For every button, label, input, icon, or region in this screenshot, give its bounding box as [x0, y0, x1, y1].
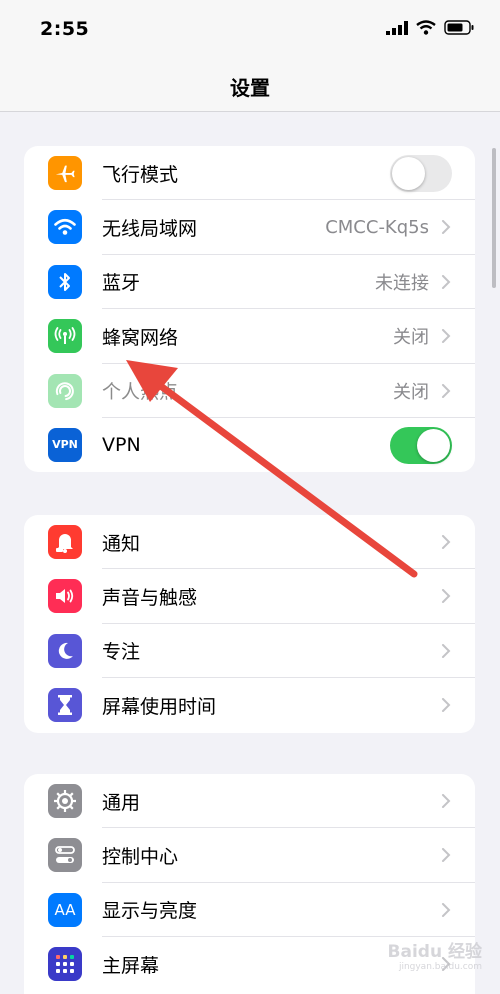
- row-vpn[interactable]: VPN VPN: [24, 418, 475, 472]
- cellular-signal-icon: [386, 20, 408, 35]
- vpn-toggle[interactable]: [390, 426, 452, 464]
- chevron-right-icon: [442, 383, 451, 398]
- wifi-icon: [48, 210, 82, 245]
- row-airplane-mode[interactable]: 飞行模式: [24, 146, 475, 201]
- row-label: 专注: [102, 641, 141, 664]
- status-bar: 2:55: [0, 0, 500, 58]
- display-icon-text: AA: [54, 900, 76, 919]
- row-focus[interactable]: 专注: [24, 624, 475, 679]
- moon-icon: [48, 633, 82, 668]
- wifi-network-name: CMCC-Kq5s: [325, 217, 429, 239]
- row-personal-hotspot[interactable]: 个人热点 关闭: [24, 364, 475, 418]
- row-control-center[interactable]: 控制中心: [24, 828, 475, 883]
- wifi-signal-icon: [416, 20, 436, 35]
- airplane-mode-toggle[interactable]: [390, 155, 452, 192]
- row-label: 声音与触感: [102, 587, 198, 610]
- chevron-right-icon: [442, 848, 451, 863]
- cellular-icon: [48, 319, 82, 354]
- row-label: 通知: [102, 532, 141, 555]
- row-screen-time[interactable]: 屏幕使用时间: [24, 678, 475, 732]
- row-wifi[interactable]: 无线局域网 CMCC-Kq5s: [24, 200, 475, 255]
- row-general[interactable]: 通用: [24, 774, 475, 829]
- settings-group-attention: 通知 声音与触感 专注 屏幕使用时间: [24, 515, 475, 733]
- chevron-right-icon: [442, 643, 451, 658]
- row-display-brightness[interactable]: AA 显示与亮度: [24, 883, 475, 938]
- vpn-icon: VPN: [48, 427, 82, 462]
- baidu-watermark: Baidu 经验 jingyan.baidu.com: [388, 937, 482, 972]
- home-screen-icon: [48, 947, 82, 982]
- nav-bar: 设置: [0, 58, 500, 112]
- scroll-indicator[interactable]: [492, 148, 496, 288]
- chevron-right-icon: [442, 589, 451, 604]
- watermark-sub: jingyan.baidu.com: [398, 962, 482, 972]
- row-bluetooth[interactable]: 蓝牙 未连接: [24, 255, 475, 310]
- row-label: 主屏幕: [102, 954, 160, 977]
- display-brightness-icon: AA: [48, 892, 82, 927]
- cellular-status: 关闭: [393, 327, 429, 349]
- chevron-right-icon: [442, 274, 451, 289]
- row-label: 显示与亮度: [102, 900, 198, 923]
- status-time: 2:55: [40, 18, 90, 40]
- status-icons: [386, 20, 474, 35]
- page-title: 设置: [230, 76, 270, 100]
- notification-bell-icon: [48, 525, 82, 559]
- row-label: 蓝牙: [102, 272, 141, 295]
- chevron-right-icon: [442, 698, 451, 713]
- gear-icon: [48, 784, 82, 818]
- hotspot-status: 关闭: [393, 381, 429, 403]
- row-label: 控制中心: [102, 846, 179, 869]
- row-label: 个人热点: [102, 381, 179, 404]
- settings-group-connectivity: 飞行模式 无线局域网 CMCC-Kq5s 蓝牙 未连接 蜂窝网络 关闭 个人热点: [24, 146, 475, 473]
- hotspot-icon: [48, 373, 82, 408]
- chevron-right-icon: [442, 902, 451, 917]
- chevron-right-icon: [442, 794, 451, 808]
- watermark-text: Baidu 经验: [387, 942, 482, 962]
- row-notifications[interactable]: 通知: [24, 515, 475, 570]
- chevron-right-icon: [442, 535, 451, 549]
- bluetooth-icon: [48, 264, 82, 299]
- battery-icon: [444, 20, 474, 35]
- row-label: 通用: [102, 791, 141, 814]
- row-label: 屏幕使用时间: [102, 695, 217, 718]
- airplane-icon: [48, 156, 82, 190]
- vpn-icon-text: VPN: [52, 438, 78, 452]
- chevron-right-icon: [442, 220, 451, 235]
- hourglass-icon: [48, 688, 82, 723]
- row-label: 飞行模式: [102, 163, 179, 186]
- chevron-right-icon: [442, 329, 451, 344]
- row-label: 无线局域网: [102, 218, 198, 241]
- row-label: VPN: [102, 434, 141, 457]
- speaker-icon: [48, 579, 82, 614]
- bluetooth-status: 未连接: [375, 272, 429, 294]
- row-label: 蜂窝网络: [102, 326, 179, 349]
- row-sounds-haptics[interactable]: 声音与触感: [24, 569, 475, 624]
- row-cellular[interactable]: 蜂窝网络 关闭: [24, 309, 475, 364]
- control-center-icon: [48, 838, 82, 873]
